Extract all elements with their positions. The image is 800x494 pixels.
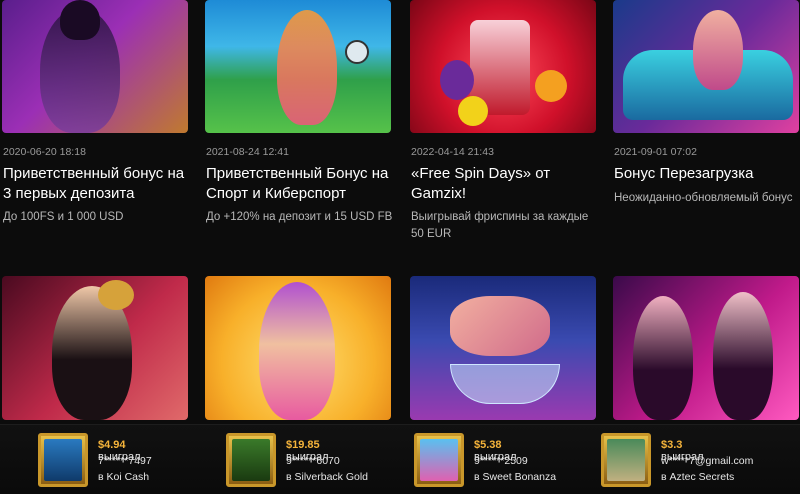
game-image-3[interactable] xyxy=(410,276,596,420)
promo-card-1[interactable] xyxy=(2,0,188,133)
promo-title-1[interactable]: Приветственный бонус на 3 первых депозит… xyxy=(3,164,193,204)
win-game[interactable]: в Silverback Gold xyxy=(286,471,368,483)
promo-title-2[interactable]: Приветственный Бонус на Спорт и Киберспо… xyxy=(206,164,401,204)
game-thumb-aztec-secrets[interactable] xyxy=(601,433,651,487)
recent-wins-ticker: $4.94 выиграл 7******7497 в Koi Cash $19… xyxy=(0,424,800,494)
game-image-2[interactable] xyxy=(205,276,391,420)
promo-image-2[interactable] xyxy=(205,0,391,133)
game-tile-3[interactable] xyxy=(410,276,596,420)
promo-card-4[interactable] xyxy=(613,0,799,133)
game-thumb-koi-cash[interactable] xyxy=(38,433,88,487)
promo-date-4: 2021-09-01 07:02 xyxy=(614,146,697,158)
game-thumb-silverback-gold[interactable] xyxy=(226,433,276,487)
win-game[interactable]: в Aztec Secrets xyxy=(661,471,734,483)
promo-image-4[interactable] xyxy=(613,0,799,133)
promo-desc-2: До +120% на депозит и 15 USD FB xyxy=(206,211,393,223)
win-user: 7******7497 xyxy=(98,455,152,467)
win-user: 9******2509 xyxy=(474,455,528,467)
win-game[interactable]: в Koi Cash xyxy=(98,471,149,483)
game-tile-1[interactable] xyxy=(2,276,188,420)
game-tile-4[interactable] xyxy=(613,276,799,420)
promo-desc-3: Выигрывай фриспины за каждые 50 EUR xyxy=(411,211,589,240)
win-amount-value: $4.94 xyxy=(98,439,126,451)
promo-date-2: 2021-08-24 12:41 xyxy=(206,146,289,158)
promo-card-2[interactable] xyxy=(205,0,391,133)
promo-card-3[interactable] xyxy=(410,0,596,133)
promo-title-3[interactable]: «Free Spin Days» от Gamzix! xyxy=(411,164,596,204)
game-thumb-sweet-bonanza[interactable] xyxy=(414,433,464,487)
win-amount-value: $3.3 xyxy=(661,439,683,451)
game-tile-2[interactable] xyxy=(205,276,391,420)
win-user: w*****7@gmail.com xyxy=(661,455,754,467)
promo-image-3[interactable] xyxy=(410,0,596,133)
win-amount-value: $19.85 xyxy=(286,439,320,451)
promo-desc-1: До 100FS и 1 000 USD xyxy=(3,211,124,223)
win-game[interactable]: в Sweet Bonanza xyxy=(474,471,556,483)
game-image-4[interactable] xyxy=(613,276,799,420)
promo-date-1: 2020-06-20 18:18 xyxy=(3,146,86,158)
win-amount-value: $5.38 xyxy=(474,439,502,451)
promo-image-1[interactable] xyxy=(2,0,188,133)
promo-title-4[interactable]: Бонус Перезагрузка xyxy=(614,164,800,184)
win-user: 9******6070 xyxy=(286,455,340,467)
promo-desc-4: Неожиданно-обновляемый бонус xyxy=(614,192,793,204)
game-image-1[interactable] xyxy=(2,276,188,420)
promo-date-3: 2022-04-14 21:43 xyxy=(411,146,494,158)
